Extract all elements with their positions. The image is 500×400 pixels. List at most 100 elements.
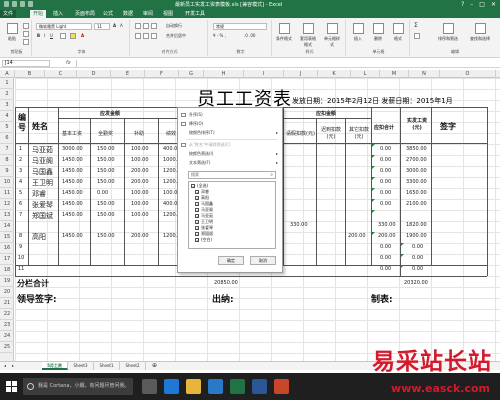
- font-size-select[interactable]: 11: [94, 23, 110, 30]
- insert-function-icon[interactable]: fx: [66, 60, 71, 66]
- row-header-13[interactable]: 13: [0, 210, 14, 221]
- column-header-i[interactable]: I: [244, 70, 284, 78]
- align-right-icon[interactable]: [151, 33, 157, 39]
- row-header-8[interactable]: 8: [0, 155, 14, 166]
- column-header-h[interactable]: H: [204, 70, 244, 78]
- row-header-19[interactable]: 19: [0, 276, 14, 287]
- store-icon[interactable]: [208, 379, 223, 394]
- column-header-n[interactable]: N: [409, 70, 440, 78]
- format-table-button[interactable]: 套用表格格式: [300, 22, 316, 47]
- row-header-21[interactable]: 21: [0, 298, 14, 309]
- excel-icon[interactable]: [230, 379, 245, 394]
- tab-file[interactable]: 文件: [0, 10, 17, 18]
- minimize-icon[interactable]: –: [470, 0, 473, 9]
- tab-page-layout[interactable]: 页面布局: [72, 10, 98, 18]
- filter-value-list[interactable]: ✓ (全选) ✓ 邓睿 ✓ 高阳 ✓ 马国鑫 ✓ 马亚阁 ✓ 马亚茹 ✓ 王卫明 ✓ 张爱琴 ✓…: [188, 181, 276, 249]
- menu-sort-by-color[interactable]: 按颜色排序(T) ▸: [178, 129, 282, 137]
- column-header-f[interactable]: F: [145, 70, 179, 78]
- task-view-icon[interactable]: [142, 379, 157, 394]
- row-header-11[interactable]: 11: [0, 188, 14, 199]
- tab-formulas[interactable]: 公式: [100, 10, 116, 18]
- redo-icon[interactable]: [28, 1, 33, 7]
- copy-icon[interactable]: [23, 31, 29, 37]
- borders-icon[interactable]: [60, 33, 66, 39]
- edge-icon[interactable]: [164, 379, 179, 394]
- sheet-tab-sheet3[interactable]: Sheet3: [68, 362, 94, 370]
- sheet-tab-5yue[interactable]: 5月工资: [42, 362, 68, 370]
- powerpoint-icon[interactable]: [274, 379, 289, 394]
- row-header-3[interactable]: 3: [0, 100, 14, 111]
- save-icon[interactable]: [12, 1, 17, 7]
- cell-styles-button[interactable]: 单元格样式: [324, 22, 340, 47]
- column-header-g[interactable]: G: [179, 70, 204, 78]
- italic-icon[interactable]: I: [44, 33, 45, 39]
- maximize-icon[interactable]: □: [479, 0, 485, 9]
- tab-view[interactable]: 视图: [160, 10, 176, 18]
- number-format-select[interactable]: 常规: [213, 23, 267, 30]
- delete-cells-button[interactable]: 删除: [370, 22, 386, 46]
- format-painter-icon[interactable]: [23, 39, 29, 45]
- menu-filter-by-color[interactable]: 按颜色筛选(I) ▸: [178, 150, 282, 158]
- column-header-c[interactable]: C: [45, 70, 77, 78]
- row-header-18[interactable]: 18: [0, 265, 14, 276]
- row-header-22[interactable]: 22: [0, 309, 14, 320]
- find-select-button[interactable]: 查找和选择: [466, 22, 494, 46]
- windows-start-icon[interactable]: [6, 381, 17, 392]
- conditional-format-button[interactable]: 条件格式: [276, 22, 292, 46]
- currency-icon[interactable]: ¥ - % ,: [213, 33, 226, 39]
- name-box[interactable]: J14: [2, 60, 50, 67]
- row-header-4[interactable]: 4: [0, 111, 14, 122]
- column-header-j[interactable]: J: [284, 70, 318, 78]
- help-icon[interactable]: ?: [461, 0, 464, 9]
- align-middle-icon[interactable]: [143, 23, 149, 29]
- word-icon[interactable]: [252, 379, 267, 394]
- sort-filter-button[interactable]: 排序和筛选: [434, 22, 462, 46]
- next-sheet-icon[interactable]: ▸: [12, 363, 14, 369]
- column-header-k[interactable]: K: [318, 70, 351, 78]
- tab-review[interactable]: 审阅: [140, 10, 156, 18]
- sheet-tab-sheet1[interactable]: Sheet1: [94, 362, 120, 370]
- align-bottom-icon[interactable]: [151, 23, 157, 29]
- filter-ok-button[interactable]: 确定: [218, 256, 244, 265]
- merge-center-button[interactable]: 合并后居中: [166, 33, 186, 39]
- row-header-5[interactable]: 5: [0, 122, 14, 133]
- tab-home[interactable]: 开始: [30, 10, 47, 18]
- row-header-6[interactable]: 6: [0, 133, 14, 144]
- add-sheet-icon[interactable]: ⊕: [152, 363, 157, 369]
- grow-font-icon[interactable]: A: [113, 23, 116, 29]
- tab-developer[interactable]: 开发工具: [182, 10, 208, 18]
- underline-icon[interactable]: U: [50, 33, 53, 39]
- row-header-16[interactable]: 16: [0, 243, 14, 254]
- row-header-1[interactable]: 1: [0, 78, 14, 89]
- row-header-17[interactable]: 17: [0, 254, 14, 265]
- format-cells-button[interactable]: 格式: [390, 22, 406, 46]
- row-header-24[interactable]: 24: [0, 331, 14, 342]
- column-header-m[interactable]: M: [380, 70, 409, 78]
- formula-input[interactable]: [76, 60, 496, 67]
- sheet-tab-sheet2[interactable]: Sheet2: [120, 362, 146, 370]
- close-icon[interactable]: ✕: [491, 0, 496, 9]
- row-header-14[interactable]: 14: [0, 221, 14, 232]
- align-top-icon[interactable]: [135, 23, 141, 29]
- column-header-o[interactable]: O: [440, 70, 496, 78]
- menu-text-filters[interactable]: 文本筛选(F) ▸: [178, 159, 282, 167]
- autosum-icon[interactable]: Σ: [414, 23, 418, 29]
- prev-sheet-icon[interactable]: ◂: [4, 363, 6, 369]
- tab-data[interactable]: 数据: [120, 10, 136, 18]
- column-header-e[interactable]: E: [111, 70, 145, 78]
- align-left-icon[interactable]: [135, 33, 141, 39]
- row-header-7[interactable]: 7: [0, 144, 14, 155]
- column-header-l[interactable]: L: [351, 70, 380, 78]
- undo-icon[interactable]: [20, 1, 25, 7]
- explorer-icon[interactable]: [186, 379, 201, 394]
- row-header-12[interactable]: 12: [0, 199, 14, 210]
- bold-icon[interactable]: B: [37, 33, 40, 39]
- filter-search-input[interactable]: 搜索 ⌕: [188, 171, 276, 179]
- row-header-25[interactable]: 25: [0, 342, 14, 353]
- cortana-search-box[interactable]: 我是 Cortana，小娜。有问题尽管问我。: [23, 378, 133, 395]
- fill-icon[interactable]: [414, 33, 420, 39]
- row-header-15[interactable]: 15: [0, 232, 14, 243]
- cut-icon[interactable]: [23, 23, 29, 29]
- font-color-icon[interactable]: A: [81, 33, 84, 39]
- align-center-icon[interactable]: [143, 33, 149, 39]
